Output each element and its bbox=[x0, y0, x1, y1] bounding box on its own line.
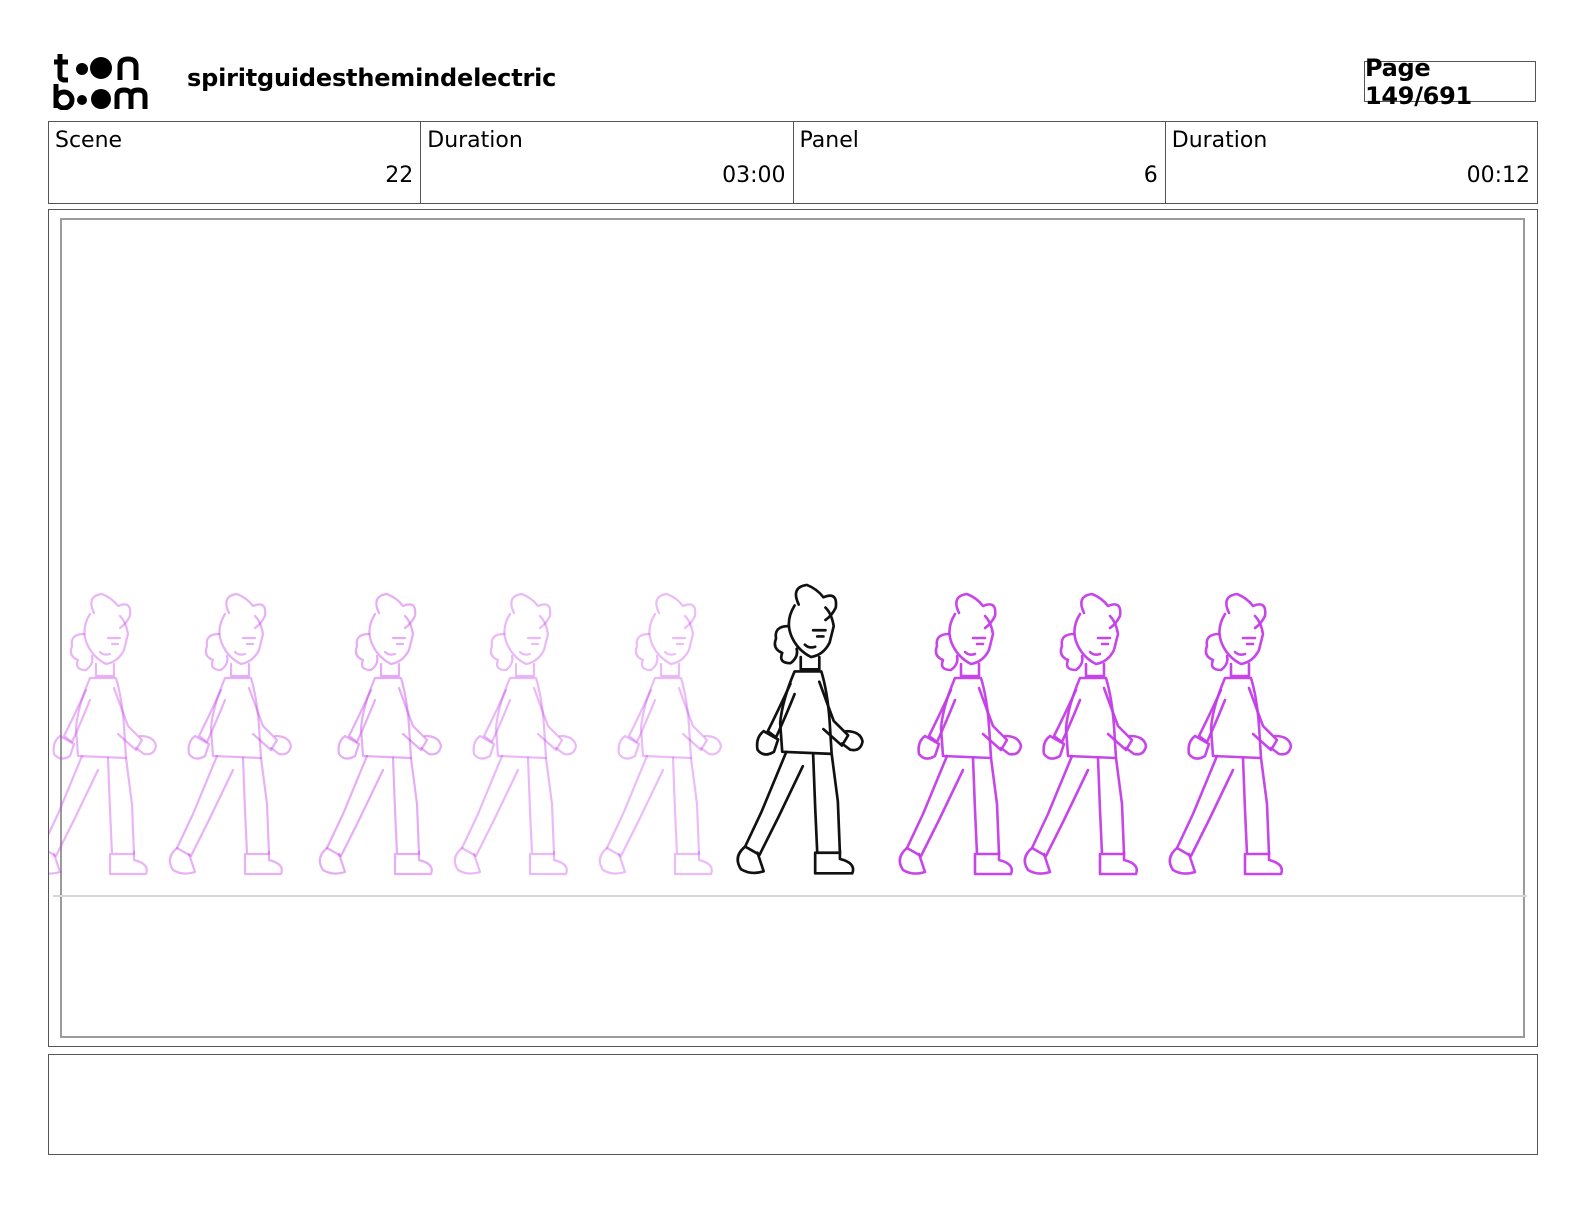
onion-skin-frame-5 bbox=[598, 592, 723, 876]
scene-cell: Scene 22 bbox=[49, 122, 422, 203]
panel-notes-box[interactable] bbox=[48, 1054, 1538, 1155]
scene-duration-label: Duration bbox=[427, 128, 523, 153]
scene-label: Scene bbox=[55, 128, 123, 153]
onion-skin-frame-1 bbox=[49, 592, 158, 876]
panel-artwork bbox=[49, 583, 1527, 897]
onion-skin-frame-7 bbox=[1023, 592, 1148, 876]
onion-skin-frame-4 bbox=[453, 592, 578, 876]
panel-duration-value: 00:12 bbox=[1466, 163, 1530, 188]
scene-duration-value: 03:00 bbox=[722, 163, 786, 188]
onion-skin-frame-6 bbox=[898, 592, 1023, 876]
logo-text-line2: boom bbox=[52, 52, 55, 53]
scene-value: 22 bbox=[385, 163, 414, 188]
page-indicator: Page 149/691 bbox=[1364, 54, 1536, 110]
scene-info-bar: Scene 22 Duration 03:00 Panel 6 Duration… bbox=[48, 121, 1538, 204]
onion-skin-frame-2 bbox=[168, 592, 293, 876]
toon-boom-logo: toon boom bbox=[52, 52, 148, 110]
panel-duration-cell: Duration 00:12 bbox=[1166, 122, 1537, 203]
panel-cell: Panel 6 bbox=[794, 122, 1166, 203]
storyboard-panel bbox=[48, 209, 1538, 1047]
current-frame-character bbox=[736, 583, 864, 875]
panel-label: Panel bbox=[799, 128, 859, 153]
project-title: spiritguidesthemindelectric bbox=[187, 64, 557, 92]
panel-value: 6 bbox=[1143, 163, 1158, 188]
panel-duration-label: Duration bbox=[1171, 128, 1268, 153]
onion-skin-frame-8 bbox=[1168, 592, 1293, 876]
logo-text-line1: toon bbox=[52, 52, 55, 53]
onion-skin-frame-3 bbox=[318, 592, 443, 876]
scene-duration-cell: Duration 03:00 bbox=[421, 122, 794, 203]
